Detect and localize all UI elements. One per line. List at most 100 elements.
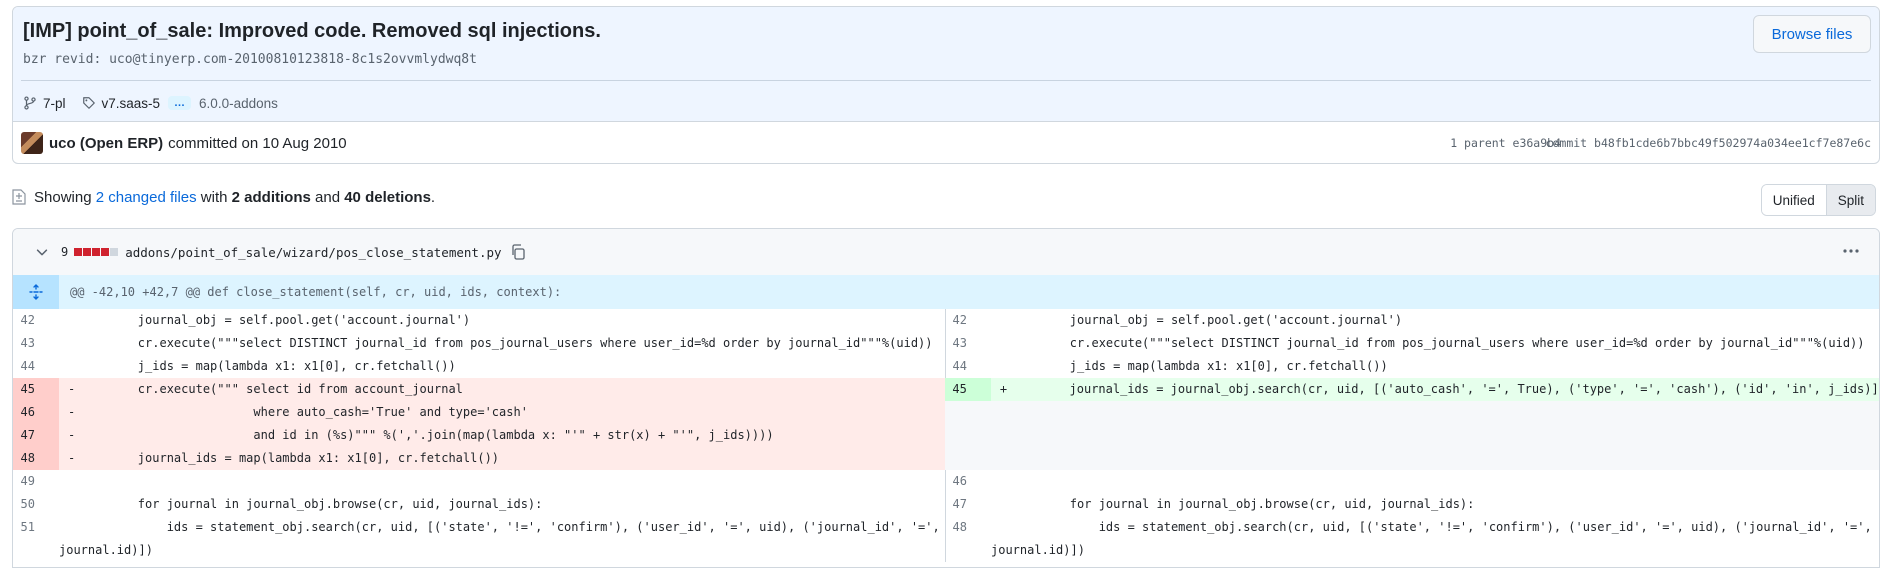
commit-hash: b48fb1cde6b7bbc49f502974a034ee1cf7e87e6c <box>1594 136 1871 150</box>
author-name[interactable]: uco (Open ERP) <box>49 135 163 152</box>
diff-row: 45 - cr.execute(""" select id from accou… <box>13 378 1879 401</box>
code-line: journal_ids = map(lambda x1: x1[0], cr.f… <box>80 451 500 465</box>
diffstat-block <box>110 248 119 256</box>
copy-icon[interactable] <box>510 244 526 260</box>
diff-right-empty <box>945 401 1879 424</box>
diff-sign: - <box>68 405 76 419</box>
line-number[interactable]: 50 <box>13 493 59 516</box>
diff-row: 46 - where auto_cash='True' and type='ca… <box>13 401 1879 424</box>
diff-sign <box>68 355 80 378</box>
split-view-button[interactable]: Split <box>1826 185 1875 215</box>
code-line: for journal in journal_obj.browse(cr, ui… <box>80 497 543 511</box>
diff-sign <box>1000 332 1012 355</box>
line-number[interactable]: 43 <box>13 332 59 355</box>
diff-view-toggle: Unified Split <box>1760 184 1876 216</box>
tag-link[interactable]: v7.saas-5 <box>102 96 161 111</box>
line-number[interactable]: 48 <box>13 447 59 470</box>
file-changes-count: 9 <box>61 245 69 259</box>
diffstat-block <box>92 248 101 256</box>
diff-sign: + <box>999 382 1008 396</box>
diff-right: journal.id)]) <box>945 539 1879 562</box>
diff-sign <box>1000 309 1012 332</box>
diff-sign: - <box>68 382 76 396</box>
line-number[interactable]: 42 <box>945 309 991 332</box>
diff-row: 47 - and id in (%s)""" %(','.join(map(la… <box>13 424 1879 447</box>
line-number[interactable]: 46 <box>945 470 991 493</box>
line-number[interactable]: 48 <box>945 516 991 539</box>
hunk-header: @@ -42,10 +42,7 @@ def close_statement(s… <box>13 275 1879 309</box>
line-number[interactable]: 46 <box>13 401 59 424</box>
diff-left: 43 cr.execute("""select DISTINCT journal… <box>13 332 945 355</box>
diff-row: 50 for journal in journal_obj.browse(cr,… <box>13 493 1879 516</box>
line-number[interactable]: 47 <box>13 424 59 447</box>
diff-sign: - <box>68 428 76 442</box>
file-header: 9 addons/point_of_sale/wizard/pos_close_… <box>13 229 1879 276</box>
kebab-horizontal-icon[interactable] <box>1841 241 1861 261</box>
line-number[interactable]: 43 <box>945 332 991 355</box>
branch-link[interactable]: 7-pl <box>43 96 66 111</box>
diff-row: 43 cr.execute("""select DISTINCT journal… <box>13 332 1879 355</box>
line-number[interactable]: 44 <box>13 355 59 378</box>
diff-sign <box>68 332 80 355</box>
line-number[interactable]: 44 <box>945 355 991 378</box>
summary-with: with <box>200 188 228 206</box>
diff-right-added: 45 + journal_ids = journal_obj.search(cr… <box>945 378 1879 401</box>
code-line-wrap: journal.id)]) <box>59 543 153 557</box>
code-line: cr.execute("""select DISTINCT journal_id… <box>1012 336 1865 350</box>
diff-left: 49 <box>13 470 945 493</box>
diffstat-bar <box>74 248 119 256</box>
parent-label: 1 parent <box>1450 136 1506 150</box>
diff-right-empty <box>945 447 1879 470</box>
line-number[interactable]: 47 <box>945 493 991 516</box>
diff-left: journal.id)]) <box>13 539 945 562</box>
diff-left: 50 for journal in journal_obj.browse(cr,… <box>13 493 945 516</box>
diff-row: 44 j_ids = map(lambda x1: x1[0], cr.fetc… <box>13 355 1879 378</box>
summary-and: and <box>315 188 341 206</box>
code-line: journal_obj = self.pool.get('account.jou… <box>80 313 471 327</box>
code-line: cr.execute(""" select id from account_jo… <box>80 382 463 396</box>
diff-left: 51 ids = statement_obj.search(cr, uid, [… <box>13 516 945 539</box>
browse-files-button[interactable]: Browse files <box>1753 15 1871 53</box>
code-line: for journal in journal_obj.browse(cr, ui… <box>1012 497 1475 511</box>
chevron-down-icon[interactable] <box>35 245 49 259</box>
diff-sign <box>68 470 80 493</box>
code-line: and id in (%s)""" %(','.join(map(lambda … <box>80 428 774 442</box>
diff-row: 51 ids = statement_obj.search(cr, uid, [… <box>13 516 1879 539</box>
diff-left-deleted: 48 - journal_ids = map(lambda x1: x1[0],… <box>13 447 945 470</box>
line-number[interactable]: 42 <box>13 309 59 332</box>
unified-view-button[interactable]: Unified <box>1761 185 1827 215</box>
tag-link-secondary[interactable]: 6.0.0-addons <box>199 96 278 111</box>
diff-row: 48 - journal_ids = map(lambda x1: x1[0],… <box>13 447 1879 470</box>
diff-table: 42 journal_obj = self.pool.get('account.… <box>13 309 1879 562</box>
commit-hash-info: commit b48fb1cde6b7bbc49f502974a034ee1cf… <box>1546 136 1871 150</box>
code-line: j_ids = map(lambda x1: x1[0], cr.fetchal… <box>1012 359 1388 373</box>
code-line: journal_ids = journal_obj.search(cr, uid… <box>1011 382 1879 396</box>
commit-description: bzr revid: uco@tinyerp.com-2010081012381… <box>23 52 477 67</box>
changed-files-link[interactable]: 2 changed files <box>96 189 197 206</box>
line-number[interactable]: 45 <box>13 378 59 401</box>
divider <box>21 80 1871 81</box>
line-number[interactable]: 45 <box>945 378 991 401</box>
diff-right: 48 ids = statement_obj.search(cr, uid, [… <box>945 516 1879 539</box>
additions-count: 2 additions <box>231 188 311 206</box>
diff-sign <box>1000 355 1012 378</box>
line-number[interactable]: 49 <box>13 470 59 493</box>
diff-left-deleted: 45 - cr.execute(""" select id from accou… <box>13 378 945 401</box>
diff-sign <box>68 516 80 539</box>
hunk-text: @@ -42,10 +42,7 @@ def close_statement(s… <box>70 285 562 299</box>
branch-tags-row: 7-pl v7.saas-5 … 6.0.0-addons <box>23 93 278 113</box>
commit-message-panel: [IMP] point_of_sale: Improved code. Remo… <box>13 7 1879 122</box>
more-tags-button[interactable]: … <box>168 96 192 110</box>
author-row: uco (Open ERP) committed on 10 Aug 2010 … <box>21 131 1871 155</box>
code-line: j_ids = map(lambda x1: x1[0], cr.fetchal… <box>80 359 456 373</box>
expand-button[interactable] <box>13 275 59 309</box>
diff-sign <box>68 309 80 332</box>
line-number[interactable]: 51 <box>13 516 59 539</box>
diff-row: 42 journal_obj = self.pool.get('account.… <box>13 309 1879 332</box>
file-path-link[interactable]: addons/point_of_sale/wizard/pos_close_st… <box>125 245 501 260</box>
commit-title: [IMP] point_of_sale: Improved code. Remo… <box>23 20 601 42</box>
diff-right: 43 cr.execute("""select DISTINCT journal… <box>945 332 1879 355</box>
code-line: where auto_cash='True' and type='cash' <box>80 405 528 419</box>
diff-sign <box>1000 493 1012 516</box>
avatar[interactable] <box>21 132 43 154</box>
